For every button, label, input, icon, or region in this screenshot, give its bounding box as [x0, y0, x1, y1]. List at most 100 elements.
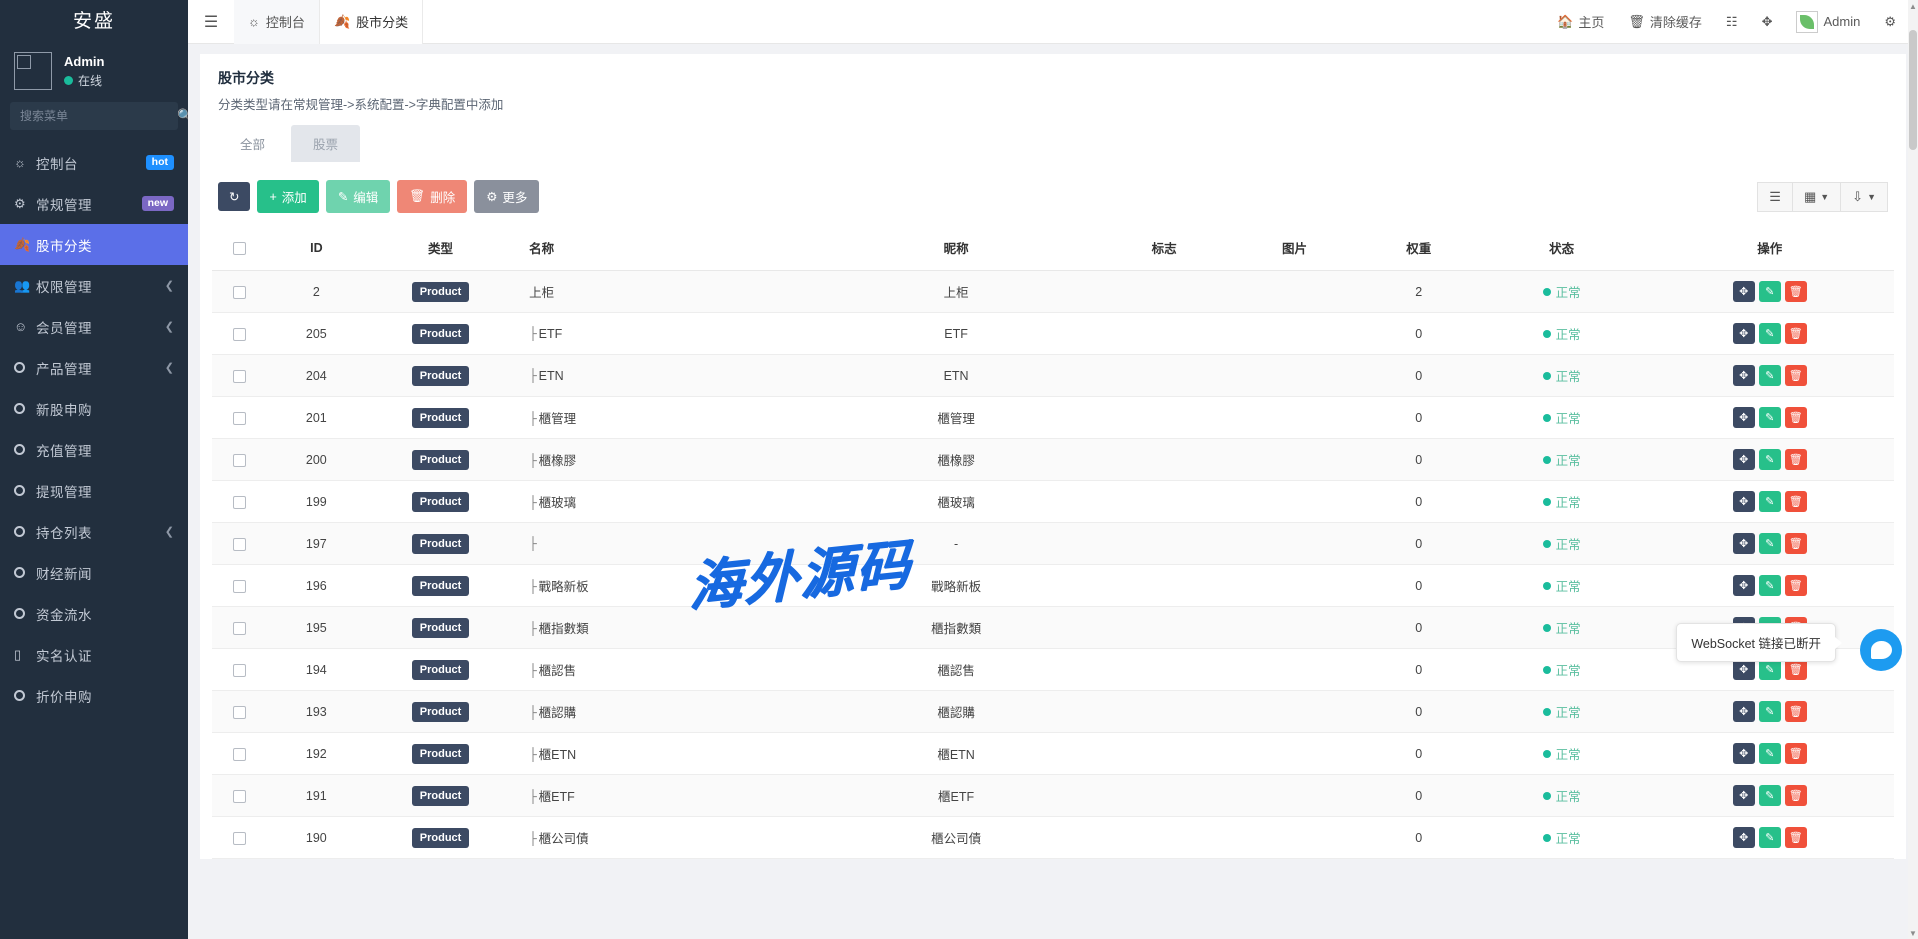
checkbox-icon[interactable]	[233, 412, 246, 425]
checkbox-icon[interactable]	[233, 832, 246, 845]
table-row[interactable]: 200Product├櫃橡膠櫃橡膠0正常✥✎🗑	[212, 439, 1894, 481]
refresh-button[interactable]: ↻	[218, 182, 250, 211]
sidebar-search-box[interactable]: 🔍	[10, 102, 178, 130]
row-checkbox[interactable]	[212, 439, 267, 481]
table-row[interactable]: 205Product├ETFETF0正常✥✎🗑	[212, 313, 1894, 355]
sidebar-item-9[interactable]: 提现管理	[0, 470, 188, 511]
edit-button[interactable]: ✎ 编辑	[326, 180, 391, 213]
sidebar-item-2[interactable]: ⚙常规管理new	[0, 183, 188, 224]
sidebar-item-1[interactable]: ☼控制台hot	[0, 142, 188, 183]
topbar-tab-1[interactable]: ☼控制台	[234, 0, 320, 44]
edit-row-button[interactable]: ✎	[1759, 785, 1781, 806]
table-row[interactable]: 204Product├ETNETN0正常✥✎🗑	[212, 355, 1894, 397]
topbar-settings-button[interactable]: ⚙	[1872, 0, 1908, 44]
edit-row-button[interactable]: ✎	[1759, 575, 1781, 596]
row-checkbox[interactable]	[212, 523, 267, 565]
chat-bubble-icon[interactable]	[1860, 629, 1902, 671]
move-button[interactable]: ✥	[1733, 491, 1755, 512]
sidebar-item-7[interactable]: 新股申购	[0, 388, 188, 429]
edit-row-button[interactable]: ✎	[1759, 491, 1781, 512]
table-row[interactable]: 201Product├櫃管理櫃管理0正常✥✎🗑	[212, 397, 1894, 439]
checkbox-icon[interactable]	[233, 580, 246, 593]
select-all-checkbox[interactable]	[212, 225, 267, 271]
row-checkbox[interactable]	[212, 271, 267, 313]
row-checkbox[interactable]	[212, 817, 267, 859]
row-checkbox[interactable]	[212, 607, 267, 649]
edit-row-button[interactable]: ✎	[1759, 743, 1781, 764]
delete-row-button[interactable]: 🗑	[1785, 407, 1807, 428]
sidebar-item-11[interactable]: 财经新闻	[0, 552, 188, 593]
edit-row-button[interactable]: ✎	[1759, 701, 1781, 722]
edit-row-button[interactable]: ✎	[1759, 281, 1781, 302]
checkbox-icon[interactable]	[233, 328, 246, 341]
search-input[interactable]	[18, 108, 177, 124]
checkbox-icon[interactable]	[233, 706, 246, 719]
scrollbar-thumb[interactable]	[1909, 30, 1917, 150]
delete-row-button[interactable]: 🗑	[1785, 785, 1807, 806]
row-checkbox[interactable]	[212, 691, 267, 733]
move-button[interactable]: ✥	[1733, 785, 1755, 806]
more-button[interactable]: ⚙ 更多	[474, 180, 539, 213]
search-icon[interactable]: 🔍	[177, 108, 188, 124]
page-scrollbar[interactable]: ▲ ▼	[1908, 0, 1918, 939]
table-row[interactable]: 194Product├櫃認售櫃認售0正常✥✎🗑	[212, 649, 1894, 691]
edit-row-button[interactable]: ✎	[1759, 323, 1781, 344]
table-row[interactable]: 190Product├櫃公司債櫃公司債0正常✥✎🗑	[212, 817, 1894, 859]
topbar-fullscreen-button[interactable]: ✥	[1750, 0, 1785, 44]
scroll-down-icon[interactable]: ▼	[1908, 927, 1918, 939]
delete-row-button[interactable]: 🗑	[1785, 449, 1807, 470]
topbar-home-button[interactable]: 🏠 主页	[1545, 0, 1616, 44]
sidebar-item-5[interactable]: ☺会员管理❮	[0, 306, 188, 347]
edit-row-button[interactable]: ✎	[1759, 407, 1781, 428]
table-row[interactable]: 195Product├櫃指數類櫃指數類0正常✥✎🗑	[212, 607, 1894, 649]
table-row[interactable]: 193Product├櫃認購櫃認購0正常✥✎🗑	[212, 691, 1894, 733]
table-row[interactable]: 2Product上柜上柜2正常✥✎🗑	[212, 271, 1894, 313]
sidebar-item-8[interactable]: 充值管理	[0, 429, 188, 470]
move-button[interactable]: ✥	[1733, 533, 1755, 554]
checkbox-icon[interactable]	[233, 664, 246, 677]
checkbox-icon[interactable]	[233, 748, 246, 761]
topbar-clear-cache-button[interactable]: 🗑 清除缓存	[1616, 0, 1714, 44]
row-checkbox[interactable]	[212, 775, 267, 817]
sidebar-item-10[interactable]: 持仓列表❮	[0, 511, 188, 552]
delete-row-button[interactable]: 🗑	[1785, 323, 1807, 344]
sidebar-item-12[interactable]: 资金流水	[0, 593, 188, 634]
checkbox-icon[interactable]	[233, 454, 246, 467]
delete-row-button[interactable]: 🗑	[1785, 575, 1807, 596]
delete-row-button[interactable]: 🗑	[1785, 659, 1807, 680]
move-button[interactable]: ✥	[1733, 659, 1755, 680]
sidebar-item-3[interactable]: 🍂股市分类	[0, 224, 188, 265]
checkbox-icon[interactable]	[233, 242, 246, 255]
sidebar-item-14[interactable]: 折价申购	[0, 675, 188, 716]
scroll-up-icon[interactable]: ▲	[1908, 0, 1918, 12]
edit-row-button[interactable]: ✎	[1759, 827, 1781, 848]
delete-row-button[interactable]: 🗑	[1785, 827, 1807, 848]
delete-row-button[interactable]: 🗑	[1785, 491, 1807, 512]
edit-row-button[interactable]: ✎	[1759, 659, 1781, 680]
move-button[interactable]: ✥	[1733, 575, 1755, 596]
row-checkbox[interactable]	[212, 355, 267, 397]
move-button[interactable]: ✥	[1733, 827, 1755, 848]
table-row[interactable]: 199Product├櫃玻璃櫃玻璃0正常✥✎🗑	[212, 481, 1894, 523]
hamburger-icon[interactable]: ☰	[188, 0, 234, 44]
topbar-tab-2[interactable]: 🍂股市分类	[320, 0, 423, 44]
move-button[interactable]: ✥	[1733, 701, 1755, 722]
edit-row-button[interactable]: ✎	[1759, 365, 1781, 386]
delete-row-button[interactable]: 🗑	[1785, 533, 1807, 554]
delete-button[interactable]: 🗑 删除	[397, 180, 467, 213]
sidebar-item-6[interactable]: 产品管理❮	[0, 347, 188, 388]
checkbox-icon[interactable]	[233, 622, 246, 635]
checkbox-icon[interactable]	[233, 496, 246, 509]
sidebar-item-13[interactable]: ▯实名认证	[0, 634, 188, 675]
delete-row-button[interactable]: 🗑	[1785, 281, 1807, 302]
checkbox-icon[interactable]	[233, 790, 246, 803]
edit-row-button[interactable]: ✎	[1759, 533, 1781, 554]
export-icon[interactable]: ⇩▼	[1840, 182, 1888, 212]
table-row[interactable]: 197Product├-0正常✥✎🗑	[212, 523, 1894, 565]
move-button[interactable]: ✥	[1733, 323, 1755, 344]
delete-row-button[interactable]: 🗑	[1785, 743, 1807, 764]
move-button[interactable]: ✥	[1733, 743, 1755, 764]
move-button[interactable]: ✥	[1733, 281, 1755, 302]
row-checkbox[interactable]	[212, 397, 267, 439]
page-tab-1[interactable]: 全部	[218, 125, 287, 162]
